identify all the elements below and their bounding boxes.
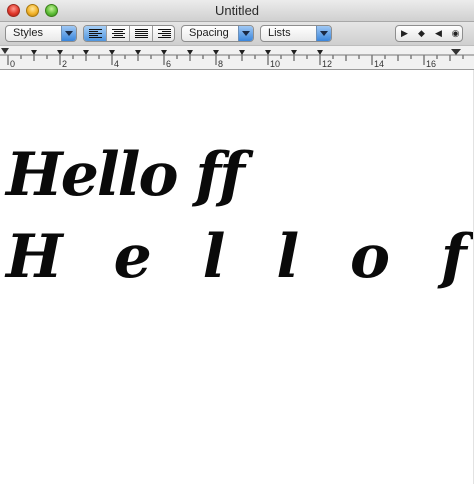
lists-popup[interactable]: Lists — [260, 25, 332, 42]
tab-stop-controls: ▶ ◆ ◀ ◉ — [395, 25, 463, 42]
ruler-label: 6 — [166, 59, 171, 69]
document-window: Untitled Styles Spacing Lists ▶ ◆ ◀ ◉ 0 … — [0, 0, 474, 484]
align-right-button[interactable] — [153, 26, 174, 41]
chevron-down-icon — [61, 26, 76, 41]
right-tab-icon[interactable]: ◀ — [430, 26, 447, 41]
tab-stop-marker[interactable] — [265, 50, 271, 55]
tab-stop-marker[interactable] — [31, 50, 37, 55]
align-center-button[interactable] — [107, 26, 130, 41]
align-left-icon — [89, 29, 102, 38]
chevron-down-icon — [238, 26, 253, 41]
right-margin-marker[interactable] — [451, 49, 461, 55]
tab-stop-marker[interactable] — [291, 50, 297, 55]
ruler-label: 0 — [10, 59, 15, 69]
title-bar[interactable]: Untitled — [0, 0, 474, 22]
ruler-label: 12 — [322, 59, 332, 69]
ruler-scale: 0 2 4 6 8 10 12 14 16 — [0, 48, 474, 69]
lists-popup-label: Lists — [268, 27, 291, 39]
align-right-icon — [158, 29, 171, 38]
align-justify-button[interactable] — [130, 26, 153, 41]
center-tab-icon[interactable]: ◉ — [447, 26, 464, 41]
left-tab-icon[interactable]: ▶ — [396, 26, 413, 41]
tab-stop-marker[interactable] — [57, 50, 63, 55]
styles-popup[interactable]: Styles — [5, 25, 77, 42]
tab-stop-marker[interactable] — [187, 50, 193, 55]
ruler-label: 8 — [218, 59, 223, 69]
window-title: Untitled — [214, 3, 260, 18]
document-line[interactable]: Hello ff — [6, 140, 245, 210]
format-toolbar: Styles Spacing Lists ▶ ◆ ◀ ◉ — [0, 22, 474, 45]
ruler-label: 14 — [374, 59, 384, 69]
ruler[interactable]: 0 2 4 6 8 10 12 14 16 — [0, 45, 474, 70]
decimal-tab-icon[interactable]: ◆ — [413, 26, 430, 41]
spacing-popup[interactable]: Spacing — [181, 25, 254, 42]
align-center-icon — [112, 29, 125, 38]
tab-stop-marker[interactable] — [135, 50, 141, 55]
chevron-down-icon — [316, 26, 331, 41]
spacing-popup-label: Spacing — [189, 27, 229, 39]
tab-stop-marker[interactable] — [161, 50, 167, 55]
tab-stop-marker[interactable] — [83, 50, 89, 55]
document-line[interactable]: H e l l o f f — [6, 222, 474, 292]
alignment-segmented-control — [83, 25, 175, 42]
align-justify-icon — [135, 29, 148, 38]
ruler-label: 2 — [62, 59, 67, 69]
document-body[interactable]: Hello ff H e l l o f f — [0, 70, 474, 484]
tab-stop-marker[interactable] — [109, 50, 115, 55]
ruler-label: 4 — [114, 59, 119, 69]
styles-popup-label: Styles — [13, 27, 43, 39]
ruler-label: 10 — [270, 59, 280, 69]
tab-stop-marker[interactable] — [239, 50, 245, 55]
left-indent-marker[interactable] — [1, 48, 9, 54]
tab-stop-marker[interactable] — [317, 50, 323, 55]
ruler-label: 16 — [426, 59, 436, 69]
align-left-button[interactable] — [84, 26, 107, 41]
tab-stop-marker[interactable] — [213, 50, 219, 55]
